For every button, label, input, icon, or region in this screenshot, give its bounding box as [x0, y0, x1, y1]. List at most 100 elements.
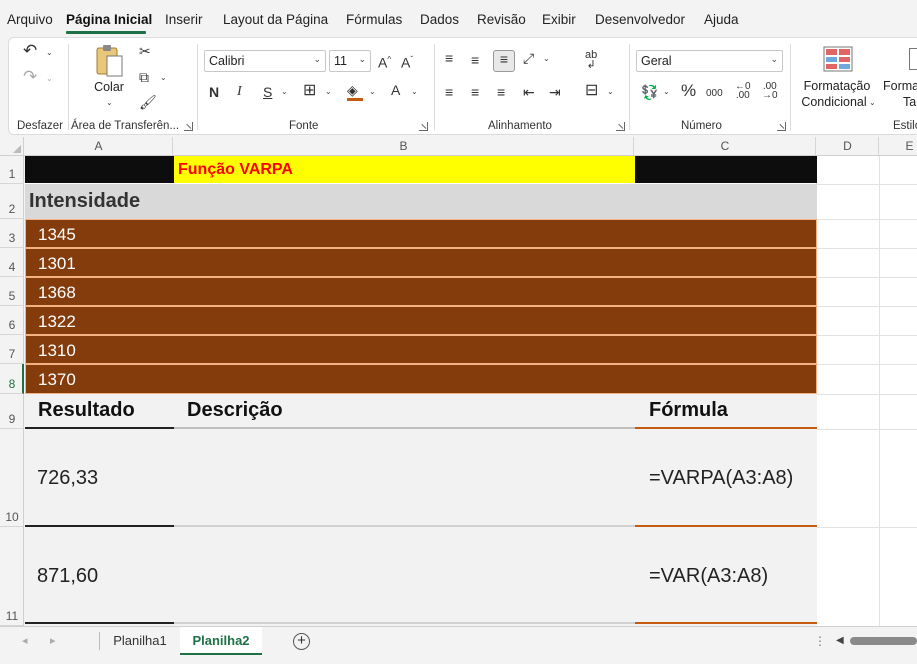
- conditional-formatting-button[interactable]: Formatação Condicional ⌄: [797, 42, 877, 114]
- copy-icon[interactable]: ⧉: [139, 69, 149, 85]
- clipboard-launcher-icon[interactable]: [184, 122, 193, 131]
- data-cell[interactable]: 1368: [25, 277, 817, 306]
- result-var-description[interactable]: [174, 527, 635, 624]
- number-format-select[interactable]: Geral ⌄: [636, 50, 783, 72]
- row-header[interactable]: 10: [0, 429, 24, 527]
- column-header-e[interactable]: E: [880, 137, 917, 155]
- cell-a1[interactable]: [25, 156, 174, 183]
- font-color-icon[interactable]: A: [391, 82, 400, 98]
- row-header[interactable]: 9: [0, 394, 24, 429]
- wrap-text-icon[interactable]: ab ↲: [585, 50, 597, 71]
- data-cell[interactable]: 1310: [25, 335, 817, 364]
- header-formula[interactable]: Fórmula: [635, 394, 817, 429]
- format-as-table-button[interactable]: Forma Tab: [881, 42, 917, 114]
- menu-formulas[interactable]: Fórmulas: [346, 12, 402, 27]
- row-header[interactable]: 3: [0, 219, 24, 248]
- column-header-c[interactable]: C: [635, 137, 816, 155]
- redo-dropdown-icon[interactable]: ⌄: [46, 74, 53, 83]
- add-sheet-icon[interactable]: +: [293, 633, 310, 650]
- increase-font-icon[interactable]: A^: [378, 52, 391, 71]
- cut-icon[interactable]: ✂: [139, 43, 151, 59]
- cell-header-intensidade[interactable]: Intensidade: [25, 184, 817, 219]
- font-color-dropdown-icon[interactable]: ⌄: [411, 87, 418, 96]
- row-header[interactable]: 11: [0, 527, 24, 626]
- bold-button[interactable]: N: [209, 84, 219, 100]
- undo-icon[interactable]: ↶: [23, 42, 37, 59]
- align-center-icon[interactable]: ≡: [471, 84, 479, 100]
- decrease-decimal-icon[interactable]: .00 →0: [762, 82, 778, 101]
- row-header[interactable]: 2: [0, 184, 24, 219]
- menu-revisao[interactable]: Revisão: [477, 12, 526, 27]
- menu-pagina-inicial[interactable]: Página Inicial: [66, 12, 152, 27]
- menu-desenvolvedor[interactable]: Desenvolvedor: [595, 12, 685, 27]
- number-launcher-icon[interactable]: [777, 122, 786, 131]
- menu-dados[interactable]: Dados: [420, 12, 459, 27]
- increase-decimal-icon[interactable]: ←0.00: [735, 82, 751, 101]
- currency-dropdown-icon[interactable]: ⌄: [663, 87, 670, 96]
- underline-button[interactable]: S: [263, 84, 272, 100]
- underline-dropdown-icon[interactable]: ⌄: [281, 87, 288, 96]
- data-cell[interactable]: 1301: [25, 248, 817, 277]
- alignment-launcher-icon[interactable]: [616, 122, 625, 131]
- row-header[interactable]: 5: [0, 277, 24, 306]
- thousands-separator-icon[interactable]: 000: [706, 86, 723, 102]
- fill-color-icon[interactable]: ◈: [347, 82, 358, 98]
- paste-button[interactable]: Colar ⌄: [89, 42, 129, 112]
- align-right-icon[interactable]: ≡: [497, 84, 505, 100]
- align-middle-icon[interactable]: ≡: [471, 52, 479, 68]
- italic-button[interactable]: I: [237, 84, 242, 100]
- redo-icon[interactable]: ↷: [23, 68, 37, 85]
- column-header-b[interactable]: B: [174, 137, 634, 155]
- copy-dropdown-icon[interactable]: ⌄: [160, 73, 167, 82]
- data-cell[interactable]: 1345: [25, 219, 817, 248]
- data-cell[interactable]: 1370: [25, 364, 817, 394]
- row-header[interactable]: 1: [0, 156, 24, 184]
- percent-icon[interactable]: %: [681, 82, 696, 99]
- result-var-formula[interactable]: =VAR(A3:A8): [635, 527, 817, 624]
- align-bottom-icon[interactable]: ≡: [493, 50, 515, 72]
- font-size-select[interactable]: 11 ⌄: [329, 50, 371, 72]
- menu-exibir[interactable]: Exibir: [542, 12, 576, 27]
- header-descricao[interactable]: Descrição: [174, 394, 635, 429]
- cell-c1[interactable]: [635, 156, 817, 183]
- result-var-value[interactable]: 871,60: [25, 527, 174, 624]
- menu-ajuda[interactable]: Ajuda: [704, 12, 739, 27]
- undo-dropdown-icon[interactable]: ⌄: [46, 48, 53, 57]
- decrease-indent-icon[interactable]: ⇤: [523, 84, 535, 100]
- font-launcher-icon[interactable]: [419, 122, 428, 131]
- align-left-icon[interactable]: ≡: [445, 84, 453, 100]
- currency-icon[interactable]: 💱: [641, 84, 658, 100]
- scroll-left-icon[interactable]: ◀: [836, 633, 844, 649]
- borders-dropdown-icon[interactable]: ⌄: [325, 87, 332, 96]
- row-header[interactable]: 6: [0, 306, 24, 335]
- row-header[interactable]: 7: [0, 335, 24, 364]
- tab-planilha2[interactable]: Planilha2: [180, 627, 262, 655]
- tab-options-icon[interactable]: ⋮: [814, 633, 826, 649]
- menu-inserir[interactable]: Inserir: [165, 12, 203, 27]
- result-varpa-description[interactable]: [174, 429, 635, 527]
- menu-arquivo[interactable]: Arquivo: [7, 12, 53, 27]
- worksheet-grid[interactable]: Função VARPA Intensidade 1345 1301 1368 …: [25, 156, 917, 626]
- column-header-d[interactable]: D: [817, 137, 879, 155]
- header-resultado[interactable]: Resultado: [25, 394, 174, 429]
- select-all-corner[interactable]: [0, 137, 24, 155]
- orientation-icon[interactable]: ⤢: [523, 50, 534, 66]
- data-cell[interactable]: 1322: [25, 306, 817, 335]
- column-header-a[interactable]: A: [25, 137, 173, 155]
- horizontal-scrollbar-thumb[interactable]: [850, 637, 917, 645]
- row-header[interactable]: 4: [0, 248, 24, 277]
- scroll-tabs-right-icon[interactable]: ▸: [50, 633, 56, 649]
- fill-color-dropdown-icon[interactable]: ⌄: [369, 87, 376, 96]
- tab-planilha1[interactable]: Planilha1: [102, 627, 178, 655]
- align-top-icon[interactable]: ≡: [445, 50, 453, 66]
- row-header-selected[interactable]: 8: [0, 364, 24, 394]
- scroll-tabs-left-icon[interactable]: ◂: [22, 633, 28, 649]
- merge-center-icon[interactable]: ⊟: [585, 83, 598, 99]
- cell-title[interactable]: Função VARPA: [174, 156, 635, 183]
- increase-indent-icon[interactable]: ⇥: [549, 84, 561, 100]
- result-varpa-formula[interactable]: =VARPA(A3:A8): [635, 429, 817, 527]
- decrease-font-icon[interactable]: Aˇ: [401, 52, 413, 71]
- format-painter-icon[interactable]: 🖌: [139, 94, 157, 110]
- font-name-select[interactable]: Calibri ⌄: [204, 50, 326, 72]
- borders-icon[interactable]: ⊞: [303, 83, 316, 99]
